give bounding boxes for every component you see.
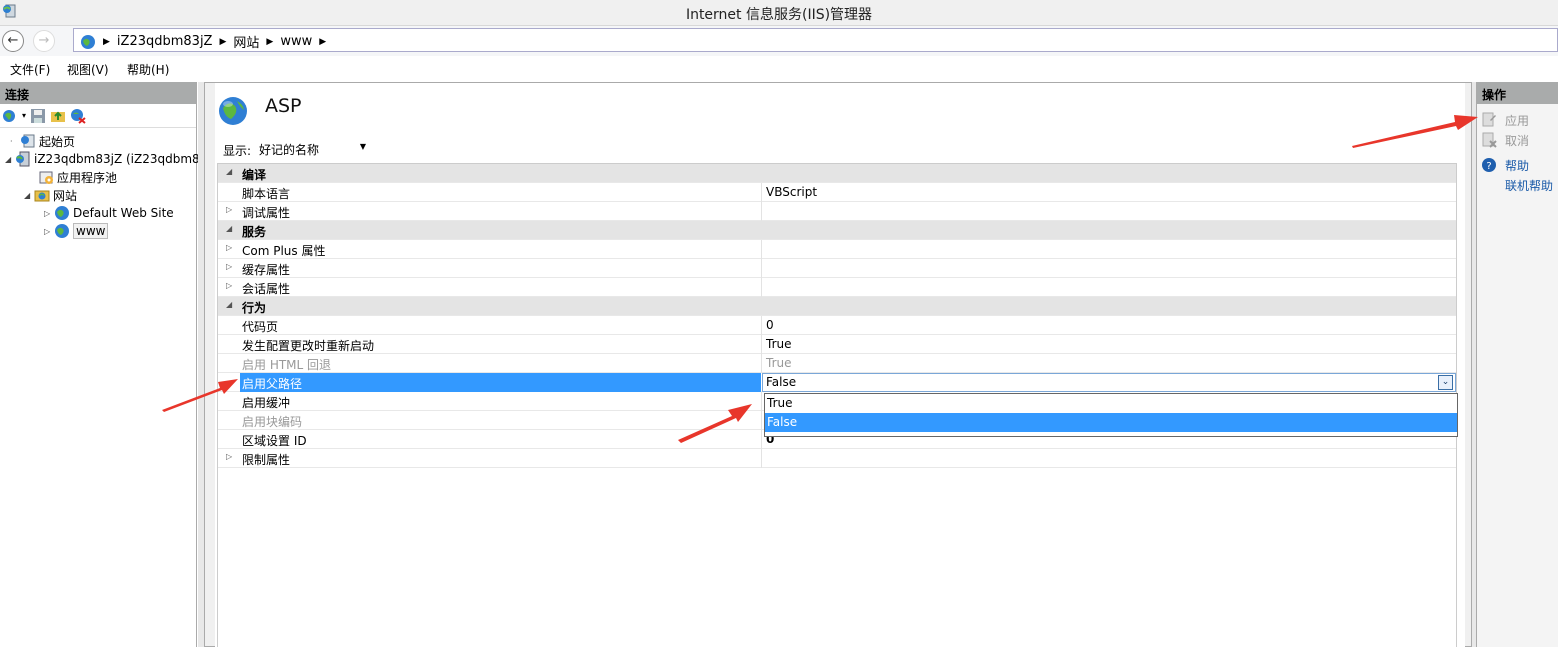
sites-folder-icon [34, 190, 50, 202]
address-bar[interactable]: ▶ iZ23qdbm83jZ ▶ 网站 ▶ www ▶ [73, 28, 1558, 52]
help-icon: ? [1482, 158, 1496, 172]
group-row-cache[interactable]: ▷ 缓存属性 [218, 259, 1456, 278]
property-row-code-page[interactable]: 代码页 0 [218, 316, 1456, 335]
menu-view[interactable]: 视图(V) [67, 61, 109, 78]
parent-paths-dropdown-list: True False [764, 393, 1458, 437]
property-grid: ◢ 编译 脚本语言 VBScript ▷ 调试属性 ◢ 服务 ▷ Com Plus 属性 … [217, 163, 1458, 647]
expand-toggle-icon[interactable]: ◢ [24, 191, 34, 200]
breadcrumb-www[interactable]: www [280, 34, 312, 49]
tree-item-default-web-site[interactable]: ▷ Default Web Site [44, 204, 174, 222]
expand-toggle-icon[interactable]: ▷ [226, 281, 232, 290]
asp-globe-icon [219, 97, 247, 125]
cancel-action[interactable]: 取消 [1481, 131, 1529, 149]
dropdown-option-true[interactable]: True [765, 394, 1457, 413]
collapse-toggle-icon[interactable]: ◢ [226, 300, 232, 309]
connect-globe-icon[interactable] [2, 108, 18, 124]
tree-item-sites[interactable]: ◢ 网站 [24, 186, 77, 204]
collapse-toggle-icon[interactable]: ◢ [226, 224, 232, 233]
globe-icon [55, 206, 69, 220]
menu-bar: 文件(F) 视图(V) 帮助(H) [0, 57, 1558, 79]
globe-icon [81, 34, 95, 49]
chevron-right-icon: ▶ [219, 36, 227, 47]
dropdown-option-false[interactable]: False [765, 413, 1457, 432]
chevron-down-icon[interactable]: ⌄ [1438, 375, 1453, 390]
help-action[interactable]: ? 帮助 [1481, 156, 1529, 174]
globe-icon [55, 224, 69, 238]
collapse-toggle-icon[interactable]: ◢ [226, 167, 232, 176]
chevron-right-icon: ▶ [103, 36, 110, 47]
forward-button[interactable]: → [33, 30, 55, 52]
chevron-right-icon[interactable]: ▶ [319, 37, 326, 47]
start-page-icon [21, 134, 35, 148]
svg-text:?: ? [1486, 161, 1491, 172]
group-row-debug[interactable]: ▷ 调试属性 [218, 202, 1456, 221]
tree-item-server[interactable]: ◢ iZ23qdbm83jZ (iZ23qdbm8 [5, 150, 200, 168]
connections-toolbar: ▾ [0, 104, 196, 128]
chevron-right-icon: ▶ [266, 36, 274, 47]
menu-file[interactable]: 文件(F) [10, 61, 50, 78]
display-mode-select[interactable]: 好记的名称 ▼ [255, 141, 370, 159]
display-filter: 显示: 好记的名称 ▼ [223, 141, 370, 159]
chevron-down-icon[interactable]: ▾ [22, 111, 26, 120]
parent-paths-value-select[interactable]: False ⌄ [762, 373, 1456, 392]
breadcrumb: ▶ iZ23qdbm83jZ ▶ 网站 ▶ www ▶ [80, 32, 333, 51]
app-pool-icon [39, 171, 53, 184]
save-icon[interactable] [30, 108, 46, 124]
tree-item-start-page[interactable]: · 起始页 [10, 132, 75, 150]
server-icon [16, 151, 30, 167]
connections-pane: 连接 ▾ · 起始页 ◢ iZ23qdbm83jZ (iZ23qdbm8 应用程… [0, 82, 200, 647]
expand-toggle-icon[interactable]: ▷ [44, 227, 54, 236]
expand-toggle-icon[interactable]: ▷ [44, 209, 54, 218]
expand-toggle-icon[interactable]: ▷ [226, 205, 232, 214]
breadcrumb-sites[interactable]: 网站 [233, 32, 259, 51]
menu-help[interactable]: 帮助(H) [127, 61, 169, 78]
feature-content: ASP 显示: 好记的名称 ▼ ◢ 编译 脚本语言 VBScript ▷ 调试属性 ◢… [215, 83, 1465, 647]
category-row-services[interactable]: ◢ 服务 [218, 221, 1456, 240]
navigation-bar: ← → ▶ iZ23qdbm83jZ ▶ 网站 ▶ www ▶ [0, 26, 1558, 56]
page-title: ASP [265, 95, 302, 117]
connections-header: 连接 [0, 82, 196, 104]
disconnect-icon[interactable] [70, 108, 86, 124]
property-row-restart-on-config-change[interactable]: 发生配置更改时重新启动 True [218, 335, 1456, 354]
display-label: 显示: [223, 143, 252, 158]
folder-up-icon[interactable] [50, 108, 66, 124]
window-title: Internet 信息服务(IIS)管理器 [685, 7, 873, 23]
tree-item-app-pools[interactable]: 应用程序池 [28, 168, 117, 186]
title-bar: Internet 信息服务(IIS)管理器 [0, 0, 1558, 26]
actions-pane: 操作 应用 取消 ? 帮助 联机帮助 [1476, 82, 1558, 647]
breadcrumb-server[interactable]: iZ23qdbm83jZ [117, 34, 213, 49]
chevron-down-icon: ▼ [359, 142, 367, 151]
apply-action[interactable]: 应用 [1481, 111, 1529, 129]
expand-toggle-icon[interactable]: ▷ [226, 243, 232, 252]
property-row-enable-parent-paths[interactable]: 启用父路径 False ⌄ [218, 373, 1456, 392]
actions-header: 操作 [1477, 82, 1558, 104]
cancel-icon [1482, 132, 1497, 148]
back-button[interactable]: ← [2, 30, 24, 52]
property-row-script-language[interactable]: 脚本语言 VBScript [218, 183, 1456, 202]
feature-panel: ASP 显示: 好记的名称 ▼ ◢ 编译 脚本语言 VBScript ▷ 调试属性 ◢… [204, 82, 1472, 647]
category-row-compile[interactable]: ◢ 编译 [218, 164, 1456, 183]
online-help-action[interactable]: 联机帮助 [1505, 176, 1553, 194]
group-row-com-plus[interactable]: ▷ Com Plus 属性 [218, 240, 1456, 259]
apply-icon [1482, 112, 1496, 127]
tree-item-www[interactable]: ▷ www [44, 222, 109, 240]
group-row-limits[interactable]: ▷ 限制属性 [218, 449, 1456, 468]
expand-toggle-icon[interactable]: ◢ [5, 155, 15, 164]
category-row-behavior[interactable]: ◢ 行为 [218, 297, 1456, 316]
group-row-session[interactable]: ▷ 会话属性 [218, 278, 1456, 297]
expand-toggle-icon[interactable]: ▷ [226, 262, 232, 271]
property-row-html-fallback[interactable]: 启用 HTML 回退 True [218, 354, 1456, 373]
expand-toggle-icon[interactable]: ▷ [226, 452, 232, 461]
